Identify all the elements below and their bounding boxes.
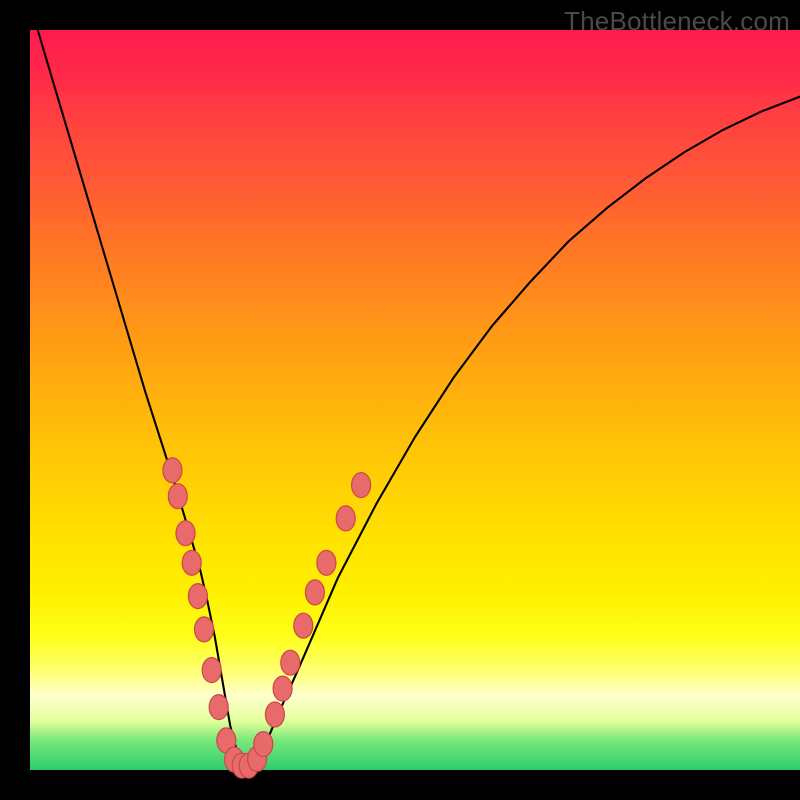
curve-bead [182, 550, 201, 575]
curve-beads-group [163, 458, 371, 778]
curve-bead [188, 584, 207, 609]
bottleneck-curve [38, 30, 800, 766]
curve-bead [176, 521, 195, 546]
curve-bead [195, 617, 214, 642]
curve-bead [209, 695, 228, 720]
curve-bead [281, 650, 300, 675]
curve-bead [294, 613, 313, 638]
plot-area [30, 30, 800, 770]
curve-bead [254, 732, 273, 757]
chart-svg [30, 30, 800, 770]
curve-bead [273, 676, 292, 701]
curve-bead [336, 506, 355, 531]
curve-bead [163, 458, 182, 483]
curve-bead [317, 550, 336, 575]
curve-bead [168, 484, 187, 509]
curve-bead [352, 473, 371, 498]
curve-bead [305, 580, 324, 605]
curve-bead [265, 702, 284, 727]
chart-frame: TheBottleneck.com [0, 0, 800, 800]
curve-bead [202, 658, 221, 683]
